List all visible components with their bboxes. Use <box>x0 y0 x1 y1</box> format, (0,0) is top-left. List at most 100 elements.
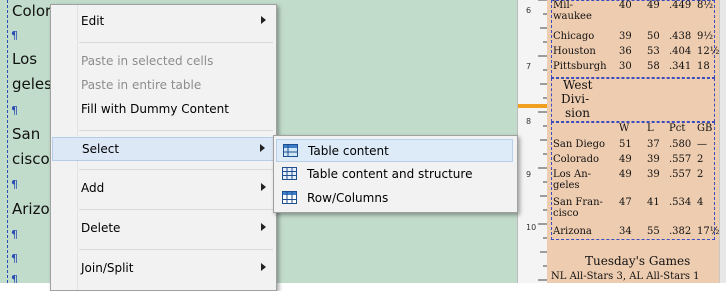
menu-item-delete[interactable]: Delete <box>52 217 274 241</box>
table-cell: geles <box>553 180 580 191</box>
table-cell: 17½ <box>697 226 719 237</box>
table-cell: .382 <box>669 226 692 237</box>
table-cell: 58 <box>647 61 660 72</box>
table-cell: — <box>697 139 707 150</box>
table-cell: .449 <box>669 0 692 11</box>
chevron-right-icon <box>261 223 266 231</box>
context-menu: Edit Paste in selected cells Paste in en… <box>50 4 277 291</box>
table-cell: 39 <box>647 154 660 165</box>
menu-item-edit[interactable]: Edit <box>52 10 274 34</box>
menu-separator <box>79 130 273 131</box>
table-cell: Mil- <box>553 0 574 11</box>
chevron-right-icon <box>261 183 266 191</box>
table-cell: .557 <box>669 169 692 180</box>
submenu-item-label: Table content <box>308 144 389 158</box>
chevron-right-icon <box>261 263 266 271</box>
page-preview[interactable]: Mil- waukee 40 49 .449 8½ Chicago 39 50 … <box>547 0 719 283</box>
table-cell: 30 <box>619 61 632 72</box>
vertical-ruler: 6 7 8 9 10 <box>517 0 548 283</box>
paragraph-mark: ¶ <box>11 178 18 191</box>
submenu-item-table-structure[interactable]: Table content and structure <box>276 163 513 186</box>
paragraph-mark: ¶ <box>11 273 18 283</box>
table-cell: .557 <box>669 154 692 165</box>
games-title: Tuesday's Games <box>585 254 691 268</box>
table-cell: 39 <box>647 169 660 180</box>
table-cell: waukee <box>553 11 592 22</box>
table-cell: 2 <box>697 169 704 180</box>
table-cell: 47 <box>619 197 632 208</box>
table-cell: 2 <box>697 154 704 165</box>
menu-item-paste-selected[interactable]: Paste in selected cells <box>52 50 274 74</box>
table-cell: 49 <box>647 0 660 11</box>
table-cell: Los An- <box>553 169 592 180</box>
menu-item-select[interactable]: Select <box>52 137 274 161</box>
division-label: sion <box>565 106 590 120</box>
table-cell: San Fran- <box>553 197 603 208</box>
menu-item-label: Paste in selected cells <box>81 54 214 68</box>
menu-item-fill-dummy[interactable]: Fill with Dummy Content <box>52 98 274 122</box>
paragraph-mark: ¶ <box>11 104 18 117</box>
menu-item-label: Edit <box>81 14 105 28</box>
table-header: L <box>647 123 654 134</box>
table-cell: 12½ <box>697 46 719 57</box>
table-cell: 40 <box>619 0 632 11</box>
menu-item-paste-table[interactable]: Paste in entire table <box>52 74 274 98</box>
table-cell: Chicago <box>553 31 595 42</box>
table-cell: 53 <box>647 46 660 57</box>
table-cell: .438 <box>669 31 692 42</box>
table-cell: Houston <box>553 46 596 57</box>
menu-item-add[interactable]: Add <box>52 177 274 201</box>
table-cell: 51 <box>619 139 632 150</box>
table-cell: .341 <box>669 61 692 72</box>
table-cell: 37 <box>647 139 660 150</box>
table-cell: 4 <box>697 197 704 208</box>
menu-item-label: Fill with Dummy Content <box>81 102 229 116</box>
division-label: Divi- <box>561 92 590 106</box>
submenu-item-label: Table content and structure <box>307 167 473 181</box>
submenu-item-table-content[interactable]: Table content <box>276 139 513 162</box>
table-cell: 39 <box>619 31 632 42</box>
vertical-scrollbar[interactable] <box>719 0 726 283</box>
table-cell: .534 <box>669 197 692 208</box>
menu-separator <box>79 209 273 210</box>
doc-text-line: Arizo <box>12 200 50 218</box>
table-cell: .404 <box>669 46 692 57</box>
paragraph-mark: ¶ <box>11 228 18 241</box>
table-cell: .580 <box>669 139 692 150</box>
table-structure-icon <box>282 167 297 180</box>
paragraph-mark: ¶ <box>11 252 18 265</box>
doc-text-line: Los <box>12 50 38 68</box>
table-cell: 36 <box>619 46 632 57</box>
chevron-right-icon <box>260 144 265 152</box>
division-label: West <box>563 78 593 92</box>
menu-separator <box>79 169 273 170</box>
menu-item-label: Delete <box>81 221 121 235</box>
table-header: GB <box>697 123 713 134</box>
games-line: NL All-Stars 3, AL All-Stars 1 <box>551 271 700 282</box>
doc-text-line: San <box>12 125 41 143</box>
menu-item-join-split[interactable]: Join/Split <box>52 257 274 281</box>
paragraph-mark: ¶ <box>11 29 18 42</box>
table-cell: cisco <box>553 208 579 219</box>
table-header: W <box>619 123 630 134</box>
menu-separator <box>79 42 273 43</box>
table-cell: 41 <box>647 197 660 208</box>
ruler-ticks <box>538 0 548 281</box>
menu-item-label: Add <box>81 181 105 195</box>
menu-item-label: Join/Split <box>81 261 134 275</box>
chevron-right-icon <box>261 16 266 24</box>
row-columns-icon <box>282 191 297 204</box>
select-submenu: Table content Table content and structur… <box>273 135 518 213</box>
submenu-item-row-columns[interactable]: Row/Columns <box>276 187 513 210</box>
table-cell: 49 <box>619 169 632 180</box>
table-header: Pct <box>669 123 686 134</box>
doc-text-line: geles <box>12 75 52 93</box>
table-cell: Arizona <box>553 226 592 237</box>
table-cell: 49 <box>619 154 632 165</box>
menu-separator <box>79 249 273 250</box>
menu-item-label: Paste in entire table <box>81 78 202 92</box>
submenu-item-label: Row/Columns <box>307 191 389 205</box>
table-border-line <box>7 0 9 283</box>
menu-item-label: Select <box>82 142 120 156</box>
table-cell: Pittsburgh <box>553 61 607 72</box>
